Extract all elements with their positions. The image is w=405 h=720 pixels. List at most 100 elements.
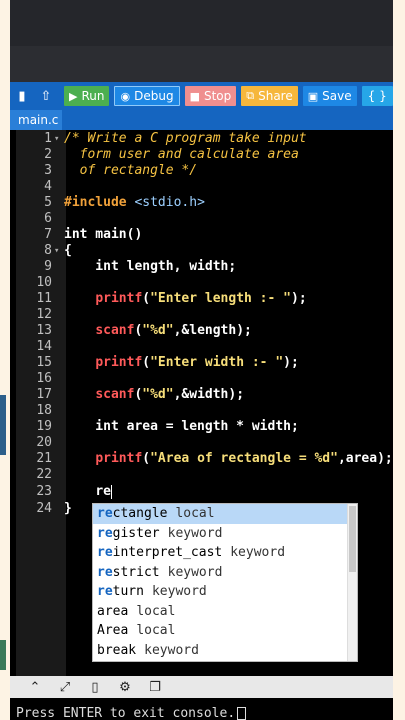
line-number: 3 [44,163,52,178]
run-button[interactable]: ▶ Run [64,86,110,106]
line-number: 18 [36,403,52,418]
suggestion-type: local [136,603,176,619]
share-button[interactable]: ⧉ Share [241,86,298,106]
scrollbar-thumb[interactable] [349,506,356,572]
autocomplete-item[interactable]: area local [93,602,357,622]
string-token: "Enter width :- " [150,355,284,370]
stop-button[interactable]: ■ Stop [184,86,237,106]
function-token: printf [95,355,143,370]
suggestion-type: keyword [144,642,199,658]
app-frame: ▮ ⇧ ▶ Run ◉ Debug ■ Stop ⧉ Share ▣ Save { } m… [10,0,393,720]
line-number: 17 [36,387,52,402]
copy-icon[interactable]: ❐ [140,680,170,695]
suggestion-type: local [175,506,215,521]
autocomplete-popup: rectangle local register keyword reinterpr… [92,503,358,662]
preprocessor-token: #include [64,195,135,210]
tab-bar: main.c [10,110,393,130]
line-number: 5 [44,195,52,210]
line-number: 6 [44,211,52,226]
debug-button[interactable]: ◉ Debug [114,86,180,106]
tab-label: main.c [18,113,59,127]
line-number: 22 [36,467,52,482]
code-line: scanf("%d",&width); [64,387,393,403]
autocomplete-item[interactable]: rectangle local [93,504,357,524]
console-cursor [237,707,247,720]
save-icon: ▣ [307,89,319,103]
line-number: 19 [36,419,52,434]
suggestion-text: gister [112,525,160,541]
suggestion-type: keyword [167,564,223,580]
code-line: #include <stdio.h> [64,195,393,211]
save-button[interactable]: ▣ Save [302,86,357,106]
toolbar: ▮ ⇧ ▶ Run ◉ Debug ■ Stop ⧉ Share ▣ Save { } [10,82,393,110]
typed-text: re [95,484,111,499]
top-bar [10,0,393,46]
code-line: int main() [64,227,143,242]
match-text: re [97,525,113,541]
suggestion-text: break [97,642,137,658]
console-text: Press ENTER to exit console. [16,706,236,720]
autocomplete-item[interactable]: return keyword [93,582,357,602]
suggestion-text: strict [112,564,160,580]
code-token: ); [283,355,299,370]
function-token: scanf [95,387,135,402]
side-panel-edge [0,640,6,670]
upload-icon[interactable]: ⇧ [34,82,58,110]
autocomplete-item[interactable]: Area local [93,621,357,641]
code-token: ,&length); [173,323,252,338]
chevron-up-icon[interactable]: ⌃ [20,680,50,695]
line-number: 14 [36,339,52,354]
fold-arrow-icon[interactable]: ▾ [54,131,59,147]
code-token: ( [142,355,151,370]
string-token: "%d" [142,387,174,402]
match-text: re [97,506,113,521]
code-line: scanf("%d",&length); [64,323,393,339]
string-token: "Enter length :- " [150,291,291,306]
console-toolbar: ⌃ ⤢ ▯ ⚙ ❐ [10,676,393,698]
text-cursor [110,484,112,499]
share-label: Share [258,89,293,103]
debug-label: Debug [134,89,174,103]
code-line: printf("Enter width :- "); [64,355,393,371]
header-gap [10,46,393,82]
stop-icon: ■ [189,89,200,103]
autocomplete-item[interactable]: break keyword [93,641,357,661]
console-output[interactable]: Press ENTER to exit console. [10,698,393,720]
clear-console-icon[interactable]: ▯ [80,680,110,695]
suggestion-text: ctangle [112,506,168,521]
line-number: 15 [36,355,52,370]
tab-main-c[interactable]: main.c [10,110,62,130]
new-file-icon[interactable]: ▮ [10,82,34,110]
line-number: 16 [36,371,52,386]
suggestion-text: interpret_cast [112,545,223,560]
suggestion-type: keyword [151,584,207,599]
line-number: 10 [36,275,52,290]
code-token: ,&width); [173,387,245,402]
autocomplete-item[interactable]: reinterpret_cast keyword [93,543,357,563]
debug-icon: ◉ [120,89,131,103]
function-token: printf [95,291,143,306]
gear-icon[interactable]: ⚙ [110,680,140,695]
line-number: 20 [36,435,52,450]
line-number: 23 [36,484,52,499]
code-line: printf("Enter length :- "); [64,291,393,307]
play-icon: ▶ [69,89,78,103]
suggestion-type: keyword [167,525,223,541]
line-number: 11 [36,291,52,306]
line-number: 21 [36,451,52,466]
match-text: re [97,584,113,599]
autocomplete-item[interactable]: restrict keyword [93,563,357,583]
code-line: /* Write a C program take input [64,131,307,146]
suggestion-text: turn [112,584,144,599]
suggestion-text: area [97,603,129,619]
autocomplete-scrollbar[interactable] [347,504,357,661]
code-line: int area = length * width; [64,419,299,434]
fold-arrow-icon[interactable]: ▾ [54,243,59,259]
header-token: <stdio.h> [134,195,205,210]
beautify-button[interactable]: { } [361,86,393,106]
autocomplete-item[interactable]: register keyword [93,524,357,544]
expand-icon[interactable]: ⤢ [50,680,80,695]
line-number: 24 [36,501,52,516]
run-label: Run [81,89,105,103]
match-text: re [97,545,113,560]
